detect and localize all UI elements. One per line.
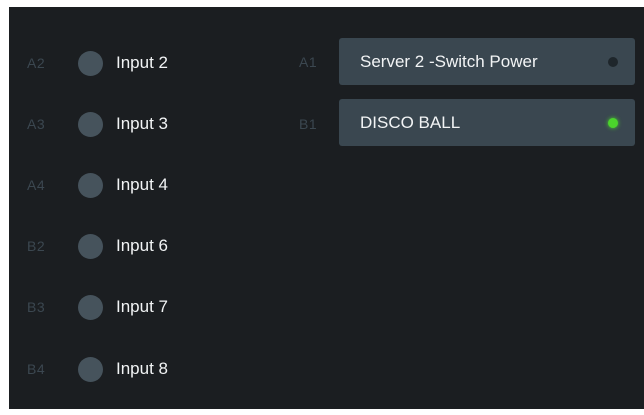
port-label: B3 — [27, 299, 46, 315]
output-button-disco-ball[interactable]: DISCO BALL — [339, 99, 635, 146]
port-label: B4 — [27, 361, 46, 377]
status-led-icon — [608, 56, 618, 67]
port-label: A2 — [27, 55, 46, 71]
output-port-label: A1 — [299, 54, 318, 70]
input-status-dot-icon[interactable] — [78, 50, 103, 76]
input-label: Input 4 — [116, 175, 168, 194]
port-label: A3 — [27, 116, 46, 132]
input-status-dot-icon[interactable] — [78, 294, 103, 320]
status-led-icon — [608, 117, 618, 128]
output-port-label: B1 — [299, 116, 318, 132]
input-label: Input 3 — [116, 114, 168, 133]
input-label: Input 8 — [116, 359, 168, 378]
input-status-dot-icon[interactable] — [78, 356, 103, 382]
input-label: Input 6 — [116, 236, 168, 255]
output-label: Server 2 -Switch Power — [360, 51, 538, 71]
port-label: B2 — [27, 238, 46, 254]
output-button-server-switch-power[interactable]: Server 2 -Switch Power — [339, 38, 635, 85]
input-label: Input 2 — [116, 53, 168, 72]
io-panel: A2 Input 2 A3 Input 3 A4 Input 4 B2 Inpu… — [9, 7, 644, 409]
input-status-dot-icon[interactable] — [78, 233, 103, 259]
input-status-dot-icon[interactable] — [78, 172, 103, 198]
port-label: A4 — [27, 177, 46, 193]
input-status-dot-icon[interactable] — [78, 111, 103, 137]
output-label: DISCO BALL — [360, 112, 461, 132]
input-label: Input 7 — [116, 297, 168, 316]
